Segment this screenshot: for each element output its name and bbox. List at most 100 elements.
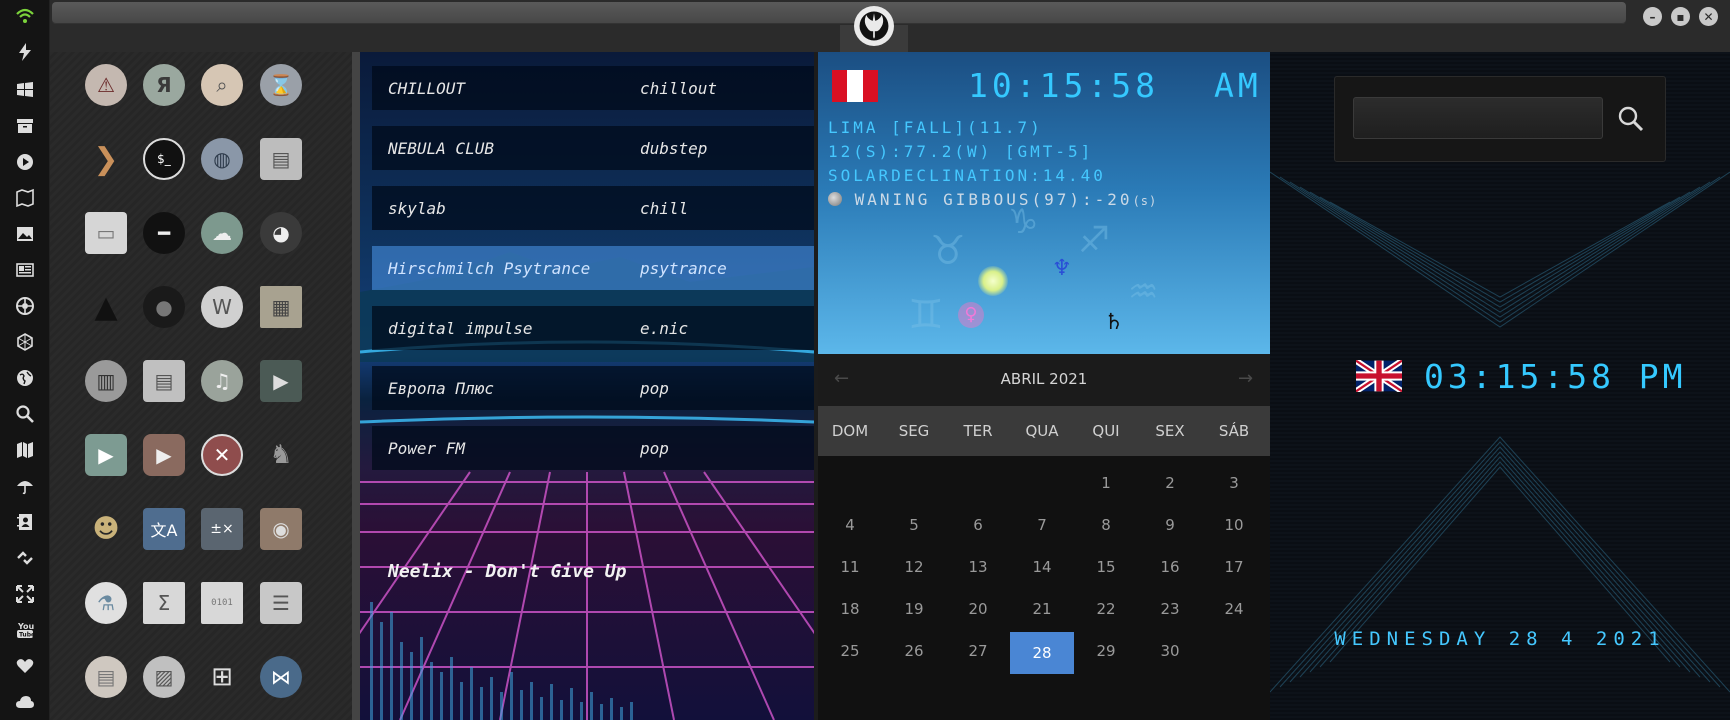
umbrella-icon[interactable] <box>15 476 35 496</box>
text-app-icon[interactable]: ☰ <box>260 582 302 624</box>
calendar-day[interactable]: 27 <box>946 642 1010 660</box>
network-app-icon[interactable]: ◍ <box>201 138 243 180</box>
calendar-day[interactable]: 29 <box>1074 642 1138 660</box>
robot-app-icon[interactable]: ♞ <box>260 434 302 476</box>
calendar-day[interactable]: 2 <box>1138 474 1202 492</box>
close-button[interactable]: ✕ <box>1699 7 1718 26</box>
globe-icon[interactable] <box>15 368 35 388</box>
calendar-day-today[interactable]: 28 <box>1010 632 1074 674</box>
archive-icon[interactable] <box>15 116 35 136</box>
image-icon[interactable] <box>15 224 35 244</box>
search-input[interactable] <box>1353 97 1603 139</box>
warning-app-icon[interactable]: ⚠ <box>85 64 127 106</box>
image-app-icon[interactable]: ▨ <box>143 656 185 698</box>
music-app-icon[interactable]: ♫ <box>201 360 243 402</box>
calendar-day[interactable]: 16 <box>1138 558 1202 576</box>
calendar-day[interactable]: 12 <box>882 558 946 576</box>
station-row-active[interactable]: Hirschmilch Psytrance psytrance <box>372 246 814 290</box>
calculator-app-icon[interactable]: ±× <box>201 508 243 550</box>
yandex-app-icon[interactable]: Я <box>143 64 185 106</box>
calendar-day[interactable]: 21 <box>1010 600 1074 618</box>
binary-app-icon[interactable]: 0101 <box>201 582 243 624</box>
calendar-day[interactable]: 11 <box>818 558 882 576</box>
play-circle-icon[interactable] <box>15 152 35 172</box>
lightning-icon[interactable] <box>15 42 35 62</box>
station-row[interactable]: Европа Плюс pop <box>372 366 814 410</box>
search-icon[interactable] <box>15 404 35 424</box>
terminal-arrow-app-icon[interactable]: ❯ <box>85 138 127 180</box>
heart-icon[interactable] <box>15 656 35 676</box>
calendar-day[interactable]: 26 <box>882 642 946 660</box>
c3po-app-icon[interactable]: ☻ <box>85 508 127 550</box>
window-app-icon[interactable]: ▭ <box>85 212 127 254</box>
text-file-app-icon[interactable]: ▤ <box>85 656 127 698</box>
calendar-day[interactable]: 24 <box>1202 600 1266 618</box>
rebel-alliance-logo-icon[interactable] <box>854 6 894 46</box>
video-app-icon[interactable]: ▶ <box>260 360 302 402</box>
calendar-day[interactable]: 18 <box>818 600 882 618</box>
calendar-day[interactable]: 10 <box>1202 516 1266 534</box>
file-cabinet-app-icon[interactable]: ▤ <box>260 138 302 180</box>
death-star-app-icon[interactable]: ● <box>143 286 185 328</box>
calendar-day[interactable]: 5 <box>882 516 946 534</box>
calendar-day[interactable]: 20 <box>946 600 1010 618</box>
wifi-icon[interactable] <box>15 6 35 26</box>
link-icon[interactable] <box>15 548 35 568</box>
robot-cat-app-icon[interactable]: ◕ <box>260 212 302 254</box>
station-row[interactable]: skylab chill <box>372 186 814 230</box>
vscode-app-icon[interactable]: ⋈ <box>260 656 302 698</box>
map-book-icon[interactable] <box>15 188 35 208</box>
contact-icon[interactable] <box>15 512 35 532</box>
next-month-button[interactable]: → <box>1238 368 1253 389</box>
calendar-day[interactable]: 3 <box>1202 474 1266 492</box>
calendar-day[interactable]: 13 <box>946 558 1010 576</box>
flask-app-icon[interactable]: ⚗ <box>85 582 127 624</box>
calendar-day[interactable]: 9 <box>1138 516 1202 534</box>
wikipedia-app-icon[interactable]: W <box>201 286 243 328</box>
empire-icon[interactable] <box>15 296 35 316</box>
calendar-day[interactable]: 22 <box>1074 600 1138 618</box>
calendar-day[interactable]: 8 <box>1074 516 1138 534</box>
calendar-day[interactable]: 25 <box>818 642 882 660</box>
calendar-day[interactable]: 30 <box>1138 642 1202 660</box>
station-row[interactable]: digital impulse e.nic <box>372 306 814 350</box>
presentation-app-icon[interactable]: ⊞ <box>201 656 243 698</box>
close-app-icon[interactable]: ✕ <box>201 434 243 476</box>
youtube-app-icon[interactable]: ▶ <box>143 434 185 476</box>
calendar-day[interactable]: 23 <box>1138 600 1202 618</box>
calendar-day[interactable]: 4 <box>818 516 882 534</box>
calendar-day[interactable]: 17 <box>1202 558 1266 576</box>
map-icon[interactable] <box>15 440 35 460</box>
station-row[interactable]: Power FM pop <box>372 426 814 470</box>
map-app-icon[interactable]: ▦ <box>260 286 302 328</box>
station-row[interactable]: NEBULA CLUB dubstep <box>372 126 814 170</box>
cloud-icon[interactable] <box>15 692 35 712</box>
station-row[interactable]: CHILLOUT chillout <box>372 66 814 110</box>
calendar-day[interactable]: 7 <box>1010 516 1074 534</box>
translate-app-icon[interactable]: 文A <box>143 508 185 550</box>
document-app-icon[interactable]: ▤ <box>143 360 185 402</box>
starfleet-app-icon[interactable]: ▲ <box>85 286 127 328</box>
search-icon[interactable] <box>1615 103 1647 135</box>
news-icon[interactable] <box>15 260 35 280</box>
sleep-app-icon[interactable]: ━ <box>143 212 185 254</box>
notes-app-icon[interactable]: ▥ <box>85 360 127 402</box>
player-app-icon[interactable]: ▶ <box>85 434 127 476</box>
search-app-icon[interactable]: ⌕ <box>201 64 243 106</box>
calendar-day[interactable]: 19 <box>882 600 946 618</box>
hourglass-app-icon[interactable]: ⌛ <box>260 64 302 106</box>
minimize-button[interactable]: – <box>1643 7 1662 26</box>
cloud-lock-app-icon[interactable]: ☁ <box>201 212 243 254</box>
sigma-app-icon[interactable]: Σ <box>143 582 185 624</box>
camera-app-icon[interactable]: ◉ <box>260 508 302 550</box>
calendar-day[interactable]: 6 <box>946 516 1010 534</box>
windows-icon[interactable] <box>15 80 35 100</box>
calendar-day[interactable]: 14 <box>1010 558 1074 576</box>
network-icon[interactable] <box>15 332 35 352</box>
expand-icon[interactable] <box>15 584 35 604</box>
terminal-app-icon[interactable]: $_ <box>143 138 185 180</box>
calendar-day[interactable]: 1 <box>1074 474 1138 492</box>
youtube-icon[interactable]: You Tube <box>15 620 35 640</box>
maximize-button[interactable]: ▪ <box>1671 7 1690 26</box>
calendar-day[interactable]: 15 <box>1074 558 1138 576</box>
